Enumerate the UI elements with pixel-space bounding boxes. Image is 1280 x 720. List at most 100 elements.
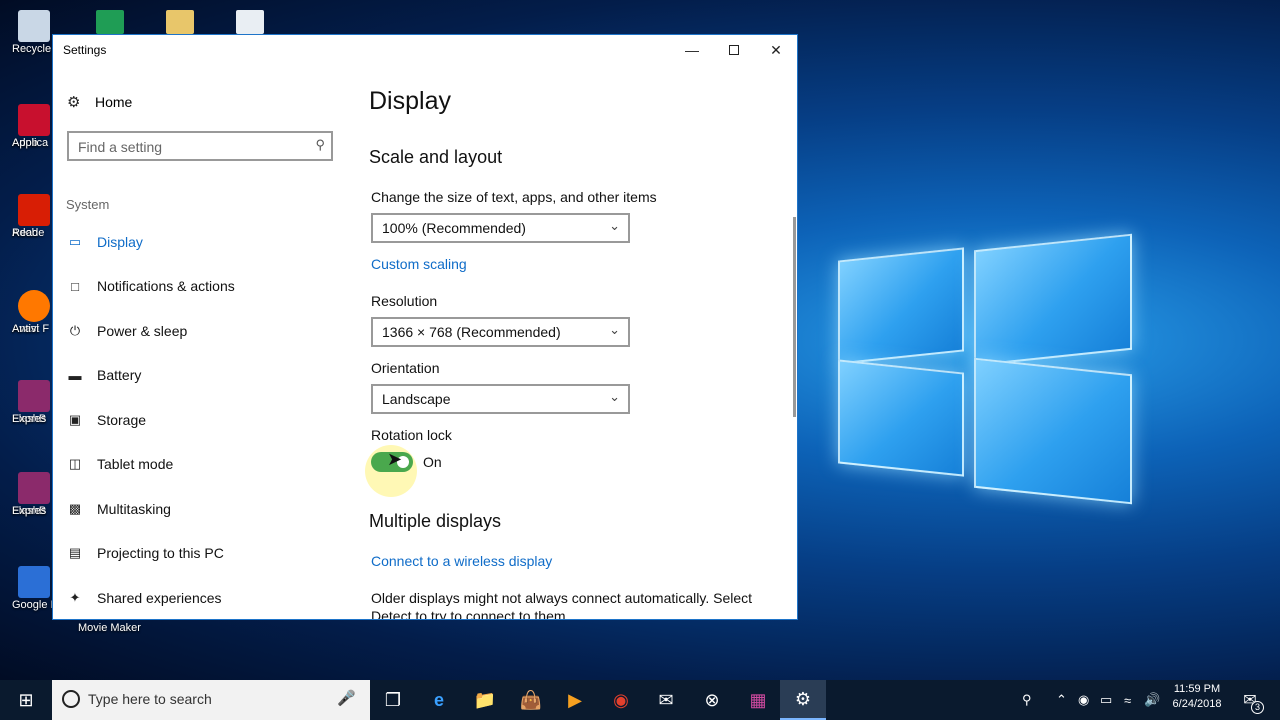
minimize-icon: — [685, 42, 699, 58]
display-settings-content: Display Scale and layout Change the size… [365, 65, 789, 619]
mouse-pointer-icon: ➤ [387, 449, 403, 469]
show-hidden-icons-button[interactable]: ⌃ [1056, 680, 1067, 720]
nav-label: Power & sleep [97, 323, 188, 339]
mail-icon: ✉ [658, 689, 674, 710]
nav-label: Multitasking [97, 501, 171, 517]
battery-tray-button[interactable]: ▭ [1100, 680, 1112, 720]
recycle-bin-desktop-icon[interactable]: Recycle [10, 10, 54, 55]
task-view-button[interactable]: ❐ [370, 680, 416, 720]
people-button[interactable]: ⚲ [1022, 680, 1032, 720]
nav-label: Battery [97, 367, 142, 383]
nav-label: Tablet mode [97, 456, 174, 472]
media-player-taskbar-button[interactable]: ▶ [552, 680, 598, 720]
scale-dropdown[interactable]: 100% (Recommended) ⌄ [371, 213, 630, 243]
action-center-button[interactable]: ✉ 3 [1230, 680, 1270, 720]
maximize-button[interactable] [713, 35, 755, 65]
nav-item-projecting[interactable]: ▤ Projecting to this PC [67, 538, 337, 568]
content-scrollbar[interactable] [793, 217, 796, 417]
nav-label: Projecting to this PC [97, 545, 224, 561]
adobe-reader-desktop-icon[interactable]: Adob Reade [10, 194, 54, 239]
google-docs-icon [18, 566, 50, 598]
flashback-desktop-icon[interactable]: FlashB Expres [10, 380, 54, 425]
orientation-dropdown[interactable]: Landscape ⌄ [371, 384, 630, 414]
taskbar-search-placeholder: Type here to search [88, 691, 212, 707]
minimize-button[interactable]: — [671, 35, 713, 65]
settings-taskbar-button[interactable]: ⚙ [780, 680, 826, 720]
mail-taskbar-button[interactable]: ✉ [643, 680, 689, 720]
folder-desktop-icon[interactable] [166, 10, 194, 34]
nav-label: Notifications & actions [97, 278, 235, 294]
monitor-icon: ▭ [68, 234, 82, 249]
shared-icon: ✦ [69, 590, 81, 605]
title-bar[interactable]: Settings — ✕ [53, 35, 797, 65]
close-button[interactable]: ✕ [755, 35, 797, 65]
orientation-label: Orientation [371, 360, 440, 376]
avast-desktop-icon[interactable]: Avast F Antivi [10, 290, 54, 335]
resolution-label: Resolution [371, 293, 438, 309]
resolution-dropdown[interactable]: 1366 × 768 (Recommended) ⌄ [371, 317, 630, 347]
nav-label: Display [97, 234, 143, 250]
power-icon: ⏻ [69, 323, 81, 338]
window-title: Settings [63, 43, 107, 57]
find-setting-input[interactable]: Find a setting ⚲ [67, 131, 333, 161]
store-icon: 👜 [519, 689, 543, 710]
resolution-value: 1366 × 768 (Recommended) [382, 324, 561, 340]
home-nav-item[interactable]: ⚙ Home [67, 93, 132, 111]
orientation-value: Landscape [382, 391, 451, 407]
start-button[interactable]: ⊞ [0, 680, 52, 720]
projector-icon: ▤ [68, 545, 82, 560]
wifi-tray-button[interactable]: ≈ [1124, 680, 1131, 720]
media-player-icon: ▶ [568, 689, 582, 710]
xbox-taskbar-button[interactable]: ⊗ [689, 680, 735, 720]
taskbar: ⊞ Type here to search 🎤 ❐ e 📁 👜 ▶ ◉ ✉ ⊗ … [0, 680, 1280, 720]
chrome-taskbar-button[interactable]: ◉ [598, 680, 644, 720]
rotation-lock-state: On [423, 454, 442, 470]
adobe-application-desktop-icon[interactable]: Adob Applica [10, 104, 54, 149]
maximize-icon [729, 45, 739, 55]
spreadsheet-desktop-icon[interactable] [96, 10, 124, 34]
nav-item-power-sleep[interactable]: ⏻ Power & sleep [67, 316, 337, 346]
nav-item-notifications[interactable]: □ Notifications & actions [67, 271, 337, 301]
rotation-lock-label: Rotation lock [371, 427, 452, 443]
chevron-down-icon: ⌄ [609, 389, 620, 404]
connect-wireless-display-link[interactable]: Connect to a wireless display [371, 553, 552, 569]
nav-item-storage[interactable]: ▣ Storage [67, 405, 337, 435]
adobe-icon [18, 104, 50, 136]
taskbar-clock[interactable]: 11:59 PM 6/24/2018 [1168, 682, 1226, 712]
google-desktop-icon[interactable]: Google I [10, 566, 54, 611]
section-label-system: System [66, 197, 110, 212]
scale-label: Change the size of text, apps, and other… [371, 189, 657, 205]
record-tray-button[interactable]: ◉ [1078, 680, 1089, 720]
store-taskbar-button[interactable]: 👜 [508, 680, 554, 720]
document-desktop-icon[interactable] [236, 10, 264, 34]
chevron-down-icon: ⌄ [609, 218, 620, 233]
nav-item-tablet-mode[interactable]: ◫ Tablet mode [67, 449, 337, 479]
search-icon: ⚲ [315, 137, 325, 152]
tablet-icon: ◫ [68, 456, 82, 471]
nav-item-shared-experiences[interactable]: ✦ Shared experiences [67, 583, 337, 613]
nav-item-multitasking[interactable]: ▩ Multitasking [67, 494, 337, 524]
nav-item-display[interactable]: ▭ Display [67, 227, 337, 257]
avast-icon [18, 290, 50, 322]
nav-label: Storage [97, 412, 147, 428]
task-view-icon: ❐ [384, 689, 402, 710]
windows-start-icon: ⊞ [18, 689, 34, 710]
flashback-icon: ▦ [749, 689, 767, 710]
volume-tray-button[interactable]: 🔊 [1144, 680, 1160, 720]
edge-taskbar-button[interactable]: e [416, 680, 462, 720]
settings-sidebar: ⚙ Home Find a setting ⚲ System ▭ Display… [53, 65, 349, 619]
custom-scaling-link[interactable]: Custom scaling [371, 256, 467, 272]
microphone-icon: 🎤 [337, 690, 356, 707]
movie-maker-label[interactable]: Movie Maker [78, 622, 141, 634]
taskbar-search-box[interactable]: Type here to search 🎤 [52, 680, 370, 720]
record-icon: ◉ [1078, 692, 1090, 707]
file-explorer-taskbar-button[interactable]: 📁 [462, 680, 508, 720]
battery-icon: ▭ [1100, 692, 1113, 707]
flashback-express-desktop-icon[interactable]: FlashB Expres [10, 472, 54, 517]
nav-item-battery[interactable]: ▬ Battery [67, 360, 337, 390]
chrome-icon: ◉ [613, 689, 629, 710]
notification-count-badge: 3 [1251, 701, 1264, 714]
windows-logo-wallpaper [838, 214, 1138, 514]
flashback-taskbar-button[interactable]: ▦ [735, 680, 781, 720]
flashback-icon [18, 472, 50, 504]
